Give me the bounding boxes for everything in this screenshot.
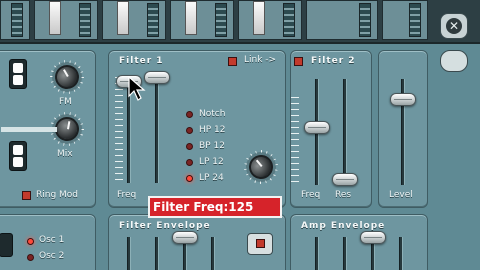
level-panel: Level	[378, 50, 428, 208]
filter1-title: Filter 1	[119, 56, 164, 66]
level-meter	[215, 3, 227, 37]
link-label: Link ->	[244, 55, 277, 65]
close-icon[interactable]: ✕	[446, 18, 462, 34]
release-track	[399, 237, 403, 270]
osc-switch-bottom[interactable]	[9, 141, 27, 171]
filter2-panel: Filter 2 Freq Res	[290, 50, 372, 208]
mouse-pointer-icon	[128, 76, 146, 101]
freq-scale	[291, 97, 299, 183]
link-button[interactable]	[228, 57, 237, 66]
fm-knob[interactable]	[50, 60, 84, 94]
reason-logo-icon	[440, 50, 468, 72]
top-slot-7[interactable]	[382, 0, 428, 40]
amp-envelope-panel: Amp Envelope	[290, 214, 428, 270]
filter1-panel: Filter 1 Link -> Freq Notch HP 12 BP 12 …	[108, 50, 286, 208]
mode-label-hp12: HP 12	[199, 125, 226, 135]
osc1-label: Osc 1	[39, 235, 65, 245]
filter-freq-tooltip: Filter Freq:125	[148, 196, 282, 218]
mode-label-lp24: LP 24	[199, 173, 224, 183]
mode-led-lp24[interactable]	[186, 175, 193, 182]
switch-segment	[13, 157, 23, 167]
level-meter	[79, 3, 91, 37]
fm-label: FM	[59, 97, 72, 107]
level-meter	[11, 3, 23, 37]
level-meter	[359, 3, 371, 37]
amp-env-sustain-slider[interactable]	[360, 231, 386, 244]
ring-mod-button[interactable]	[22, 191, 31, 200]
res-track	[155, 77, 159, 183]
osc2-led[interactable]	[27, 254, 34, 261]
filter2-freq-slider[interactable]	[304, 121, 330, 134]
release-track	[211, 237, 215, 270]
level-slider[interactable]	[390, 93, 416, 106]
filter1-env-amount-knob[interactable]	[244, 150, 278, 184]
osc-switch-top[interactable]	[9, 59, 27, 89]
env-invert-button[interactable]	[247, 233, 273, 255]
level-meter	[409, 3, 421, 37]
filter2-res-slider[interactable]	[332, 173, 358, 186]
top-slot-6[interactable]	[306, 0, 378, 40]
top-slot-3[interactable]	[102, 0, 166, 40]
top-slot-2[interactable]	[34, 0, 98, 40]
freq-scale	[115, 77, 123, 183]
filter2-res-label: Res	[335, 190, 352, 200]
filter2-title: Filter 2	[311, 56, 356, 66]
mode-label-notch: Notch	[199, 109, 226, 119]
mode-led-bp12[interactable]	[186, 143, 193, 150]
mode-led-lp12[interactable]	[186, 159, 193, 166]
mix-knob[interactable]	[53, 115, 81, 143]
osc-select-panel: Osc 1 Osc 2	[0, 214, 96, 270]
decay-track	[343, 237, 347, 270]
top-slot-1[interactable]	[0, 0, 30, 40]
osc2-label: Osc 2	[39, 251, 65, 261]
amp-envelope-title: Amp Envelope	[301, 221, 386, 231]
ring-mod-label: Ring Mod	[36, 190, 79, 200]
switch-segment	[13, 75, 23, 85]
filter1-freq-label: Freq	[117, 190, 137, 200]
top-slider-handle[interactable]	[117, 1, 129, 35]
mode-label-lp12: LP 12	[199, 157, 224, 167]
filter1-res-slider[interactable]	[144, 71, 170, 84]
env-invert-indicator	[256, 239, 265, 248]
level-meter	[147, 3, 159, 37]
filter-envelope-title: Filter Envelope	[119, 221, 211, 231]
mix-label: Mix	[57, 149, 73, 159]
divider	[1, 127, 57, 132]
filter-envelope-panel: Filter Envelope	[108, 214, 286, 270]
osc1-led[interactable]	[27, 238, 34, 245]
switch-segment	[13, 63, 23, 73]
top-slot-5[interactable]	[238, 0, 302, 40]
mode-label-bp12: BP 12	[199, 141, 225, 151]
mode-led-notch[interactable]	[186, 111, 193, 118]
res-track	[343, 79, 347, 185]
filter-env-sustain-slider[interactable]	[172, 231, 198, 244]
level-meter	[283, 3, 295, 37]
level-label: Level	[389, 190, 413, 200]
top-slider-handle[interactable]	[253, 1, 265, 35]
filter2-freq-label: Freq	[301, 190, 321, 200]
top-slider-handle[interactable]	[49, 1, 61, 35]
attack-track	[315, 237, 319, 270]
switch-segment	[13, 145, 23, 155]
close-button[interactable]: ✕	[440, 13, 468, 39]
filter2-enable-button[interactable]	[294, 57, 303, 66]
osc-controls-panel: FM Mix Ring Mod	[0, 50, 96, 208]
top-slot-4[interactable]	[170, 0, 234, 40]
osc-select-switch[interactable]	[0, 233, 13, 257]
decay-track	[155, 237, 159, 270]
attack-track	[127, 237, 131, 270]
top-slider-handle[interactable]	[185, 1, 197, 35]
mode-led-hp12[interactable]	[186, 127, 193, 134]
top-slider-strip	[0, 0, 480, 44]
